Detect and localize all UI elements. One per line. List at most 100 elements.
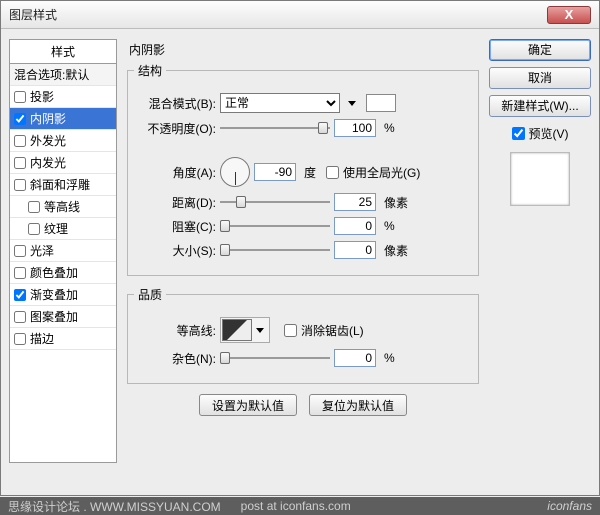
style-label: 图案叠加 xyxy=(30,308,112,325)
distance-input[interactable] xyxy=(334,193,376,211)
distance-label: 距离(D): xyxy=(134,194,216,211)
opacity-slider[interactable] xyxy=(220,121,330,135)
make-default-button[interactable]: 设置为默认值 xyxy=(199,394,297,416)
footer-right: iconfans xyxy=(547,499,592,513)
noise-input[interactable] xyxy=(334,349,376,367)
style-checkbox[interactable] xyxy=(14,91,26,103)
style-row[interactable]: 斜面和浮雕 xyxy=(10,174,116,196)
choke-input[interactable] xyxy=(334,217,376,235)
style-checkbox[interactable] xyxy=(28,223,40,235)
blend-mode-label: 混合模式(B): xyxy=(134,95,216,112)
opacity-label: 不透明度(O): xyxy=(134,120,216,137)
style-label: 等高线 xyxy=(44,198,112,215)
dropdown-icon xyxy=(348,101,356,106)
noise-label: 杂色(N): xyxy=(134,350,216,367)
preview-label: 预览(V) xyxy=(529,125,569,142)
new-style-button[interactable]: 新建样式(W)... xyxy=(489,95,591,117)
blend-mode-select[interactable]: 正常 xyxy=(220,93,340,113)
cancel-button[interactable]: 取消 xyxy=(489,67,591,89)
contour-label: 等高线: xyxy=(134,322,216,339)
right-column: 确定 取消 新建样式(W)... 预览(V) xyxy=(489,39,591,463)
size-unit: 像素 xyxy=(384,242,408,259)
contour-icon xyxy=(222,319,252,341)
style-checkbox[interactable] xyxy=(14,113,26,125)
noise-unit: % xyxy=(384,351,395,365)
size-label: 大小(S): xyxy=(134,242,216,259)
style-label: 渐变叠加 xyxy=(30,286,112,303)
style-checkbox[interactable] xyxy=(14,311,26,323)
preview-checkbox[interactable] xyxy=(512,127,525,140)
style-label: 颜色叠加 xyxy=(30,264,112,281)
style-row[interactable]: 渐变叠加 xyxy=(10,284,116,306)
style-row[interactable]: 外发光 xyxy=(10,130,116,152)
style-row[interactable]: 内阴影 xyxy=(10,108,116,130)
style-row[interactable]: 纹理 xyxy=(10,218,116,240)
preview-swatch xyxy=(510,152,570,206)
style-label: 外发光 xyxy=(30,132,112,149)
blending-options-label: 混合选项:默认 xyxy=(14,66,112,83)
choke-label: 阻塞(C): xyxy=(134,218,216,235)
style-row[interactable]: 光泽 xyxy=(10,240,116,262)
global-light-checkbox[interactable] xyxy=(326,166,339,179)
angle-label: 角度(A): xyxy=(134,164,216,181)
quality-group: 品质 等高线: 消除锯齿(L) 杂色(N): % xyxy=(127,286,479,384)
style-label: 斜面和浮雕 xyxy=(30,176,112,193)
styles-list: 混合选项:默认 投影内阴影外发光内发光斜面和浮雕等高线纹理光泽颜色叠加渐变叠加图… xyxy=(9,63,117,463)
window-title: 图层样式 xyxy=(9,6,547,23)
distance-unit: 像素 xyxy=(384,194,408,211)
opacity-input[interactable] xyxy=(334,119,376,137)
contour-picker[interactable] xyxy=(220,317,270,343)
choke-unit: % xyxy=(384,219,395,233)
styles-column: 样式 混合选项:默认 投影内阴影外发光内发光斜面和浮雕等高线纹理光泽颜色叠加渐变… xyxy=(9,39,117,463)
antialias-label: 消除锯齿(L) xyxy=(301,322,364,339)
style-row[interactable]: 投影 xyxy=(10,86,116,108)
style-checkbox[interactable] xyxy=(28,201,40,213)
global-light-label: 使用全局光(G) xyxy=(343,164,420,181)
angle-input[interactable] xyxy=(254,163,296,181)
titlebar: 图层样式 X xyxy=(1,1,599,29)
style-row[interactable]: 内发光 xyxy=(10,152,116,174)
footer-mid: post at iconfans.com xyxy=(241,499,351,513)
style-row[interactable]: 颜色叠加 xyxy=(10,262,116,284)
structure-group: 结构 混合模式(B): 正常 不透明度(O): % xyxy=(127,62,479,276)
angle-dial[interactable] xyxy=(220,157,250,187)
distance-slider[interactable] xyxy=(220,195,330,209)
style-label: 纹理 xyxy=(44,220,112,237)
styles-header: 样式 xyxy=(9,39,117,63)
close-button[interactable]: X xyxy=(547,6,591,24)
style-checkbox[interactable] xyxy=(14,179,26,191)
style-checkbox[interactable] xyxy=(14,157,26,169)
structure-legend: 结构 xyxy=(134,62,166,79)
layer-style-dialog: 图层样式 X 样式 混合选项:默认 投影内阴影外发光内发光斜面和浮雕等高线纹理光… xyxy=(0,0,600,496)
style-label: 描边 xyxy=(30,330,112,347)
size-input[interactable] xyxy=(334,241,376,259)
style-label: 内发光 xyxy=(30,154,112,171)
footer-left: 思缘设计论坛 . WWW.MISSYUAN.COM xyxy=(8,498,221,515)
style-row[interactable]: 等高线 xyxy=(10,196,116,218)
panel-title: 内阴影 xyxy=(129,41,481,58)
style-label: 投影 xyxy=(30,88,112,105)
size-slider[interactable] xyxy=(220,243,330,257)
blending-options-row[interactable]: 混合选项:默认 xyxy=(10,64,116,86)
color-swatch[interactable] xyxy=(366,94,396,112)
angle-unit: 度 xyxy=(304,164,316,181)
antialias-checkbox[interactable] xyxy=(284,324,297,337)
style-label: 光泽 xyxy=(30,242,112,259)
style-row[interactable]: 图案叠加 xyxy=(10,306,116,328)
style-label: 内阴影 xyxy=(30,110,112,127)
style-checkbox[interactable] xyxy=(14,289,26,301)
style-row[interactable]: 描边 xyxy=(10,328,116,350)
opacity-unit: % xyxy=(384,121,395,135)
style-checkbox[interactable] xyxy=(14,245,26,257)
reset-default-button[interactable]: 复位为默认值 xyxy=(309,394,407,416)
style-checkbox[interactable] xyxy=(14,135,26,147)
choke-slider[interactable] xyxy=(220,219,330,233)
style-checkbox[interactable] xyxy=(14,333,26,345)
settings-panel: 内阴影 结构 混合模式(B): 正常 不透明度(O): % xyxy=(125,39,481,463)
noise-slider[interactable] xyxy=(220,351,330,365)
style-checkbox[interactable] xyxy=(14,267,26,279)
ok-button[interactable]: 确定 xyxy=(489,39,591,61)
quality-legend: 品质 xyxy=(134,286,166,303)
chevron-down-icon xyxy=(256,328,264,333)
footer-bar: 思缘设计论坛 . WWW.MISSYUAN.COM post at iconfa… xyxy=(0,497,600,515)
